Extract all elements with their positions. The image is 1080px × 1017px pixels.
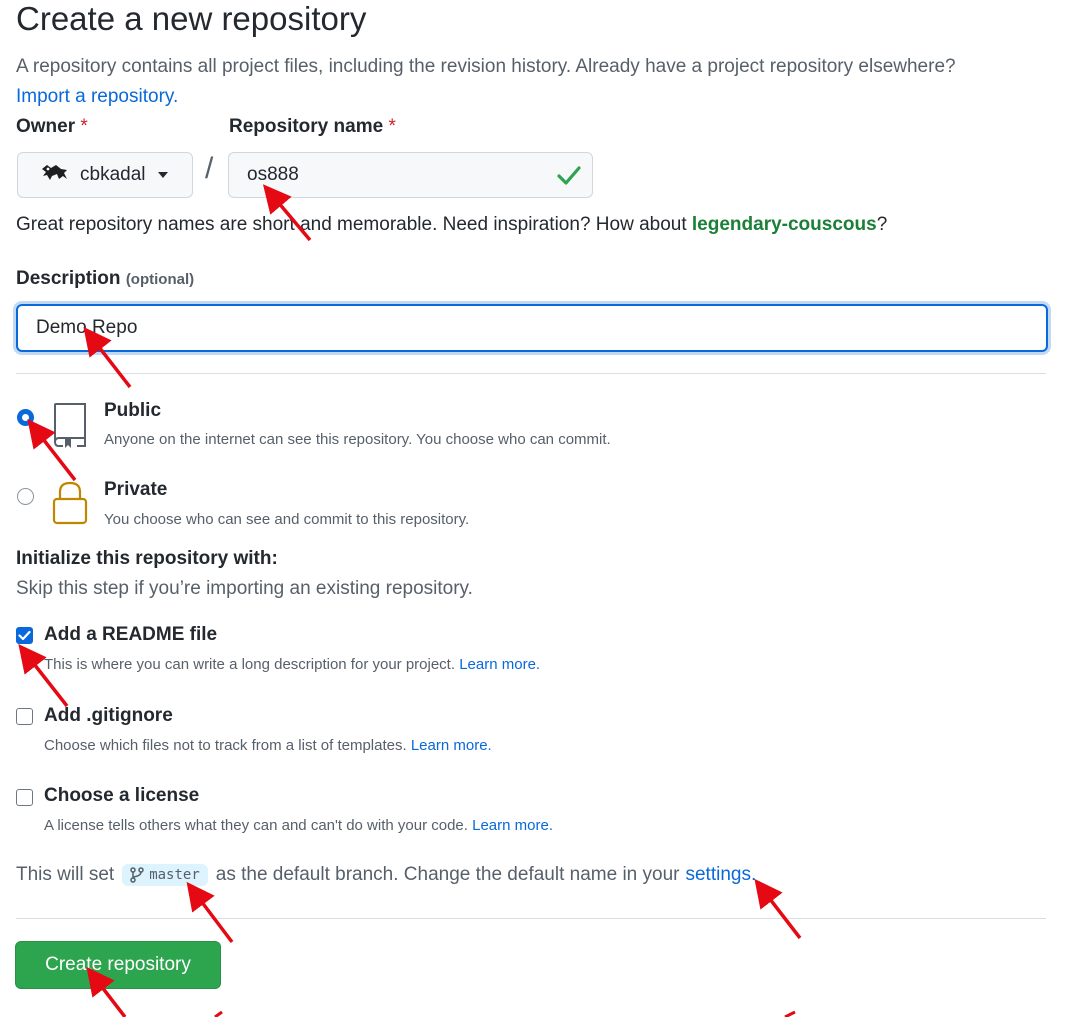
repo-name-required-mark: * <box>388 116 396 137</box>
gitignore-checkbox[interactable] <box>16 708 33 725</box>
arrow-fragment-right <box>784 1010 796 1017</box>
description-value: Demo Repo <box>36 317 138 338</box>
branch-name: master <box>149 867 200 883</box>
readme-description: This is where you can write a long descr… <box>44 656 540 673</box>
description-optional-tag: (optional) <box>125 271 195 288</box>
arrow-settings <box>754 878 802 940</box>
public-description: Anyone on the internet can see this repo… <box>104 431 611 448</box>
settings-link-period: . <box>750 864 757 885</box>
initialize-subtext: Skip this step if you’re importing an ex… <box>16 578 473 599</box>
git-branch-icon <box>130 867 144 883</box>
chevron-down-icon <box>157 172 168 178</box>
owner-dropdown[interactable]: cbkadal <box>17 152 193 198</box>
license-description: A license tells others what they can and… <box>44 817 553 834</box>
create-repository-button[interactable]: Create repository <box>15 941 221 989</box>
name-hint: Great repository names are short and mem… <box>16 214 887 236</box>
owner-label: Owner * <box>16 116 88 138</box>
private-radio[interactable] <box>17 488 34 505</box>
owner-label-text: Owner <box>16 116 76 137</box>
license-title: Choose a license <box>44 785 200 806</box>
name-hint-prefix: Great repository names are short and mem… <box>16 214 692 235</box>
checkmark-icon <box>556 163 582 192</box>
repo-name-label: Repository name * <box>229 116 396 138</box>
repository-name-input[interactable]: os888 <box>228 152 593 198</box>
settings-link[interactable]: settings <box>685 864 750 886</box>
gitignore-title: Add .gitignore <box>44 705 173 726</box>
gitignore-description-text: Choose which files not to track from a l… <box>44 737 407 754</box>
owner-name: cbkadal <box>80 164 146 185</box>
default-branch-note: This will set master as the default bran… <box>16 864 756 886</box>
license-checkbox[interactable] <box>16 789 33 806</box>
description-label-text: Description <box>16 268 121 289</box>
readme-description-text: This is where you can write a long descr… <box>44 656 456 673</box>
intro-text: A repository contains all project files,… <box>16 52 1066 112</box>
intro-description: A repository contains all project files,… <box>16 56 956 77</box>
branch-middle-text: as the default branch. Change the defaul… <box>215 864 680 885</box>
private-title: Private <box>104 479 168 500</box>
license-description-text: A license tells others what they can and… <box>44 817 468 834</box>
owner-repo-separator: / <box>205 152 214 185</box>
page-title: Create a new repository <box>16 0 367 37</box>
license-learn-more-link[interactable]: Learn more. <box>472 817 553 834</box>
public-title: Public <box>104 400 162 421</box>
initialize-heading: Initialize this repository with: <box>16 548 278 569</box>
gitignore-learn-more-link[interactable]: Learn more. <box>411 737 492 754</box>
description-label: Description (optional) <box>16 268 194 290</box>
lock-icon <box>51 480 89 531</box>
repo-name-label-text: Repository name <box>229 116 384 137</box>
gitignore-description: Choose which files not to track from a l… <box>44 737 492 754</box>
readme-checkbox[interactable] <box>16 627 33 644</box>
public-radio[interactable] <box>17 409 34 426</box>
repo-icon <box>51 402 89 453</box>
name-suggestion-link[interactable]: legendary-couscous <box>692 214 877 235</box>
check-icon <box>18 630 31 641</box>
import-repository-link[interactable]: Import a repository. <box>16 86 178 107</box>
private-description: You choose who can see and commit to thi… <box>104 511 470 528</box>
divider <box>16 373 1046 374</box>
branch-pill: master <box>122 864 208 886</box>
arrow-fragment-left <box>214 1010 223 1017</box>
repository-name-value: os888 <box>247 164 299 185</box>
name-hint-suffix: ? <box>876 214 888 235</box>
owner-avatar-icon <box>40 161 70 189</box>
description-input[interactable]: Demo Repo <box>16 304 1048 352</box>
branch-prefix: This will set <box>16 864 115 885</box>
divider-bottom <box>16 918 1046 919</box>
readme-title: Add a README file <box>44 624 218 645</box>
owner-required-mark: * <box>80 116 88 137</box>
readme-learn-more-link[interactable]: Learn more. <box>459 656 540 673</box>
